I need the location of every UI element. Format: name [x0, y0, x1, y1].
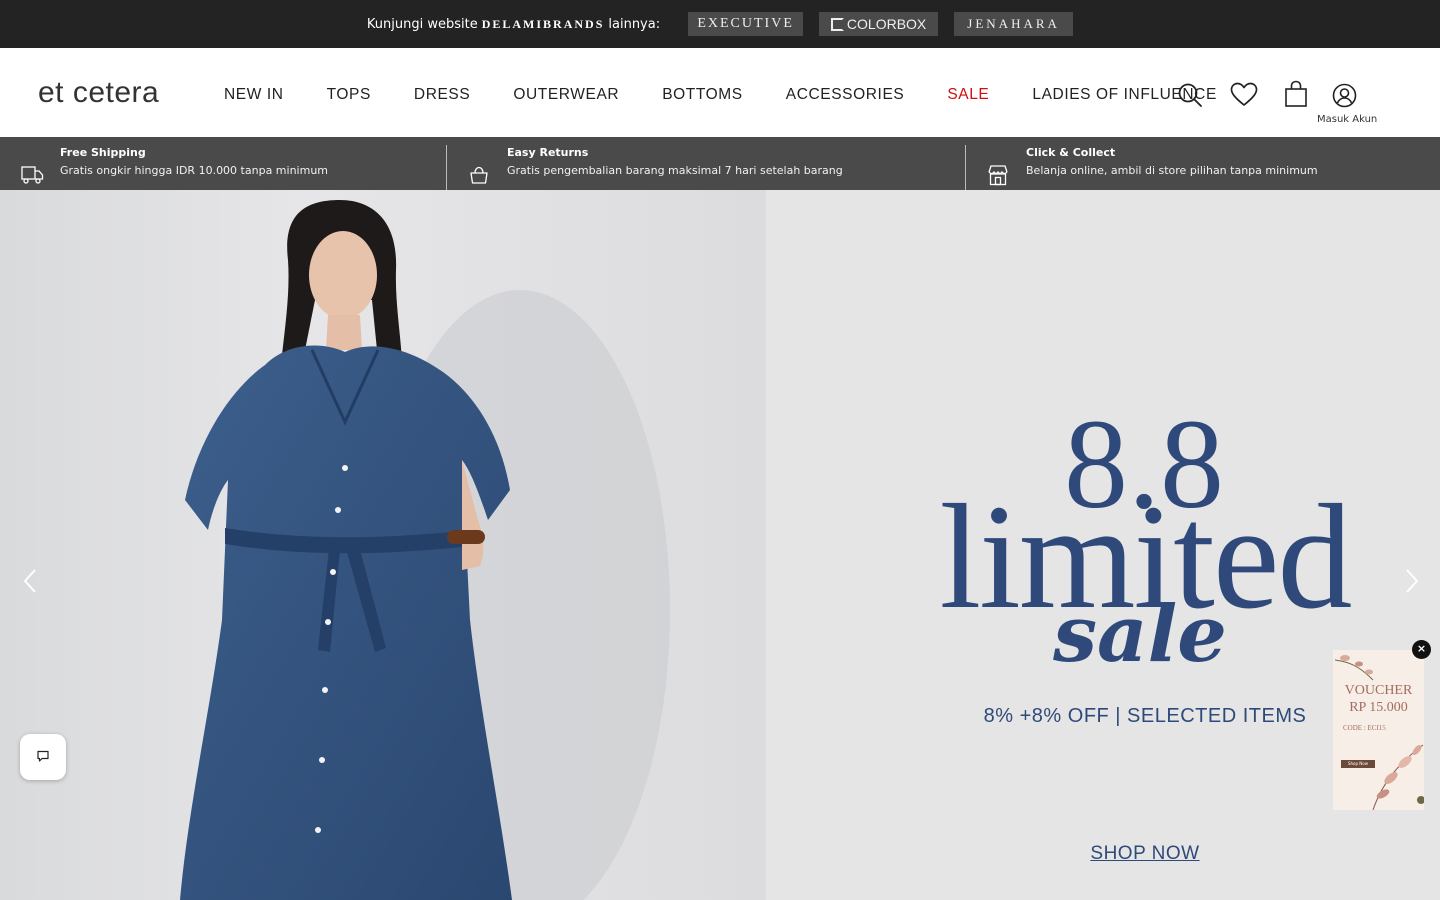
- benefit-free-shipping: Free Shipping Gratis ongkir hingga IDR 1…: [0, 137, 446, 190]
- main-nav: NEW IN TOPS DRESS OUTERWEAR BOTTOMS ACCE…: [224, 86, 1217, 104]
- account-label[interactable]: Masuk Akun: [1317, 114, 1377, 125]
- voucher-title-line1: VOUCHER: [1344, 683, 1413, 698]
- truck-icon: [21, 165, 44, 189]
- store-icon: [987, 164, 1009, 190]
- benefit-description: Belanja online, ambil di store pilihan t…: [1026, 164, 1318, 177]
- top-brand-bar: Kunjungi website DELAMIBRANDS lainnya: E…: [0, 0, 1440, 48]
- benefit-description: Gratis ongkir hingga IDR 10.000 tanpa mi…: [60, 164, 329, 177]
- benefit-title: Easy Returns: [507, 146, 589, 159]
- voucher-popup[interactable]: VOUCHER RP 15.000 CODE : ECI15 Shop Now: [1333, 650, 1424, 810]
- nav-item-tops[interactable]: TOPS: [327, 86, 371, 104]
- wishlist-heart-icon[interactable]: [1230, 82, 1258, 112]
- model-in-denim-dress-image: [180, 200, 670, 900]
- shopping-bag-icon[interactable]: [1284, 80, 1308, 112]
- hero-headline-script: sale: [1053, 589, 1227, 680]
- voucher-title: VOUCHER RP 15.000: [1333, 682, 1424, 716]
- search-icon[interactable]: [1177, 82, 1203, 112]
- voucher-title-line2: RP 15.000: [1349, 700, 1408, 715]
- carousel-next-chevron-icon[interactable]: [1396, 566, 1426, 596]
- benefit-click-collect: Click & Collect Belanja online, ambil di…: [966, 137, 1440, 190]
- chat-bubble-icon: [36, 748, 50, 767]
- site-logo[interactable]: et cetera: [38, 76, 159, 110]
- nav-item-bottoms[interactable]: BOTTOMS: [662, 86, 743, 104]
- colorbox-brand-label: COLORBOX: [846, 16, 927, 32]
- benefit-description: Gratis pengembalian barang maksimal 7 ha…: [507, 164, 843, 177]
- colorbox-brand-link[interactable]: COLORBOX: [819, 12, 939, 36]
- benefit-title: Click & Collect: [1026, 146, 1116, 159]
- topbar-visit-text: Kunjungi website: [366, 16, 478, 32]
- delamibrands-logo: DELAMIBRANDS: [481, 16, 605, 31]
- benefits-strip: Free Shipping Gratis ongkir hingga IDR 1…: [0, 137, 1440, 190]
- hero-offer-text: 8% +8% OFF | SELECTED ITEMS: [983, 705, 1307, 727]
- executive-brand-link[interactable]: EXECUTIVE: [688, 12, 804, 36]
- chat-button[interactable]: [20, 734, 66, 780]
- nav-item-accessories[interactable]: ACCESSORIES: [786, 86, 905, 104]
- benefit-easy-returns: Easy Returns Gratis pengembalian barang …: [447, 137, 965, 190]
- jenahara-brand-link[interactable]: JENAHARA: [954, 12, 1074, 36]
- carousel-prev-chevron-icon[interactable]: [16, 566, 46, 596]
- nav-item-sale[interactable]: SALE: [947, 86, 989, 104]
- account-icon[interactable]: [1332, 83, 1357, 112]
- colorbox-logo-icon: [830, 17, 844, 31]
- benefit-title: Free Shipping: [60, 146, 146, 159]
- voucher-close-icon[interactable]: ×: [1412, 640, 1431, 659]
- voucher-shop-now-button[interactable]: Shop Now: [1341, 760, 1375, 768]
- basket-icon: [469, 166, 489, 189]
- nav-item-new-in[interactable]: NEW IN: [224, 86, 284, 104]
- voucher-code: CODE : ECI15: [1343, 724, 1386, 732]
- hero-model-image: [0, 190, 766, 900]
- topbar-suffix-text: lainnya:: [608, 16, 661, 32]
- site-header: et cetera NEW IN TOPS DRESS OUTERWEAR BO…: [0, 48, 1440, 138]
- shop-now-link[interactable]: SHOP NOW: [1070, 843, 1220, 865]
- nav-item-dress[interactable]: DRESS: [414, 86, 470, 104]
- nav-item-outerwear[interactable]: OUTERWEAR: [513, 86, 619, 104]
